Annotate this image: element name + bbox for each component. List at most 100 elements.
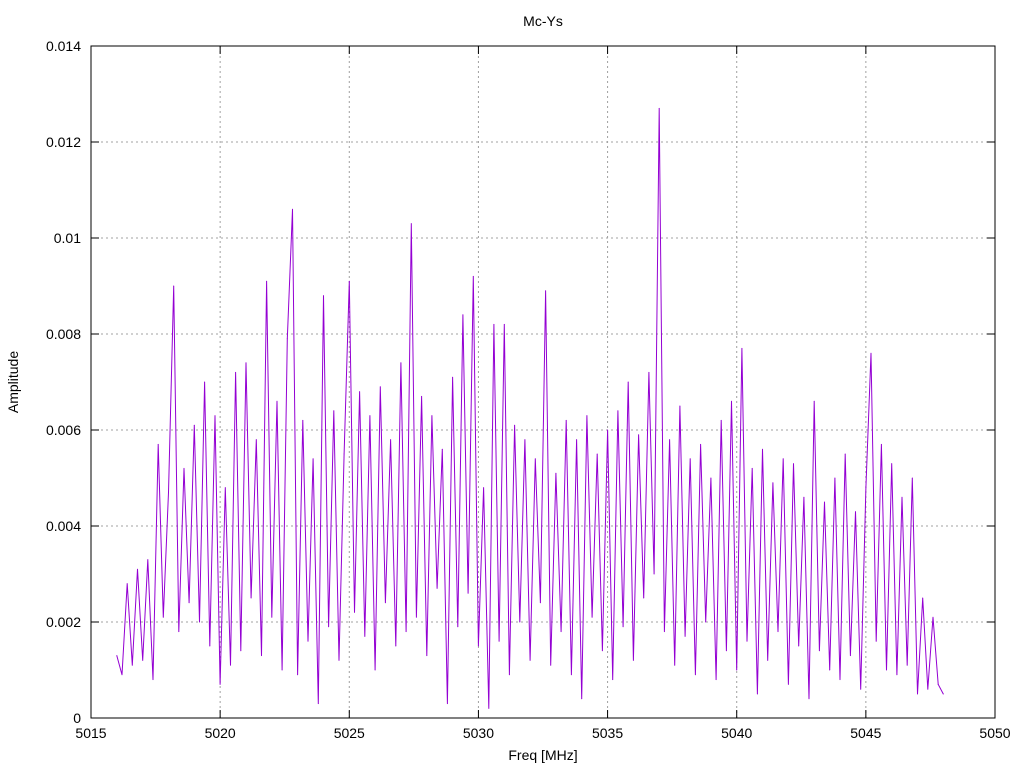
data-point [415,616,417,618]
axis-ticks [90,45,996,719]
data-point [694,674,696,676]
data-point [193,424,195,426]
data-point [467,592,469,594]
data-point [565,419,567,421]
y-tick-label: 0.004 [46,518,81,534]
data-point [426,655,428,657]
data-point [632,659,634,661]
data-point [488,707,490,709]
y-tick-label: 0.006 [46,422,81,438]
data-point [374,669,376,671]
data-point [870,352,872,354]
data-point [581,698,583,700]
data-point [116,655,118,657]
data-point [390,439,392,441]
data-point [570,674,572,676]
data-point [292,208,293,210]
x-tick-label: 5035 [592,725,623,741]
data-point [400,362,402,364]
data-point [157,443,159,445]
data-point [472,275,474,277]
data-point [586,415,588,417]
data-point [865,487,867,489]
data-point [384,602,386,604]
data-point [514,424,516,426]
data-point [421,395,423,397]
data-point [612,679,614,681]
data-point [477,645,479,647]
data-point [173,285,175,287]
x-tick-labels: 5015 5020 5025 5030 5035 5040 5045 5050 [75,725,1010,741]
data-point [224,487,226,489]
data-point [395,645,397,647]
data-point [834,477,836,479]
data-point [131,664,133,666]
chart-title: Mc-Ys [523,13,563,29]
data-point [756,693,758,695]
data-point [534,458,536,460]
data-point [638,434,640,436]
data-point [240,650,242,652]
data-point [457,626,459,628]
x-tick-label: 5020 [205,725,236,741]
data-point [286,338,288,340]
data-point [932,616,934,618]
data-point [731,400,732,402]
data-point [824,501,825,503]
data-point [230,664,231,666]
data-point [855,511,856,513]
data-point [793,463,794,465]
data-point [405,631,407,633]
data-point [684,635,686,637]
data-point [922,597,924,599]
data-point [436,587,438,589]
data-point [199,621,200,623]
series-layer [116,107,944,709]
data-point [219,683,221,685]
data-point [560,631,562,633]
data-point [596,453,598,455]
data-point [410,223,412,225]
data-point [348,280,350,282]
data-point [545,290,547,292]
data-point [503,323,505,325]
data-point [312,458,314,460]
data-point [803,496,805,498]
data-point [441,448,443,450]
data-point [328,626,330,628]
data-point [307,640,309,642]
data-point [725,650,727,652]
x-tick-label: 5040 [721,725,752,741]
amplitude-chart: 5015 5020 5025 5030 5035 5040 5045 5050 00.0020… [5,13,1011,763]
data-point [142,659,144,661]
data-point [493,323,495,325]
data-point [250,597,252,599]
data-point [137,568,138,570]
data-point [627,381,629,383]
data-point [235,371,237,373]
data-point [524,439,526,441]
data-point [343,453,345,455]
data-point [152,679,154,681]
data-point [705,621,707,623]
data-point [767,659,769,661]
data-point [204,381,206,383]
data-point [901,496,903,498]
data-point [498,640,500,642]
data-point [162,616,164,618]
data-point [880,443,882,445]
data-point [529,659,531,661]
data-point [669,439,671,441]
data-point [787,683,789,685]
data-point [188,602,190,604]
y-tick-label: 0.012 [46,134,81,150]
y-tick-label: 0.002 [46,614,81,630]
data-point [281,669,283,671]
x-tick-label: 5025 [334,725,365,741]
data-point [266,280,268,282]
data-point [746,640,748,642]
x-tick-label: 5050 [979,725,1010,741]
data-point [462,314,464,316]
data-point [261,655,262,657]
data-point [679,405,681,407]
